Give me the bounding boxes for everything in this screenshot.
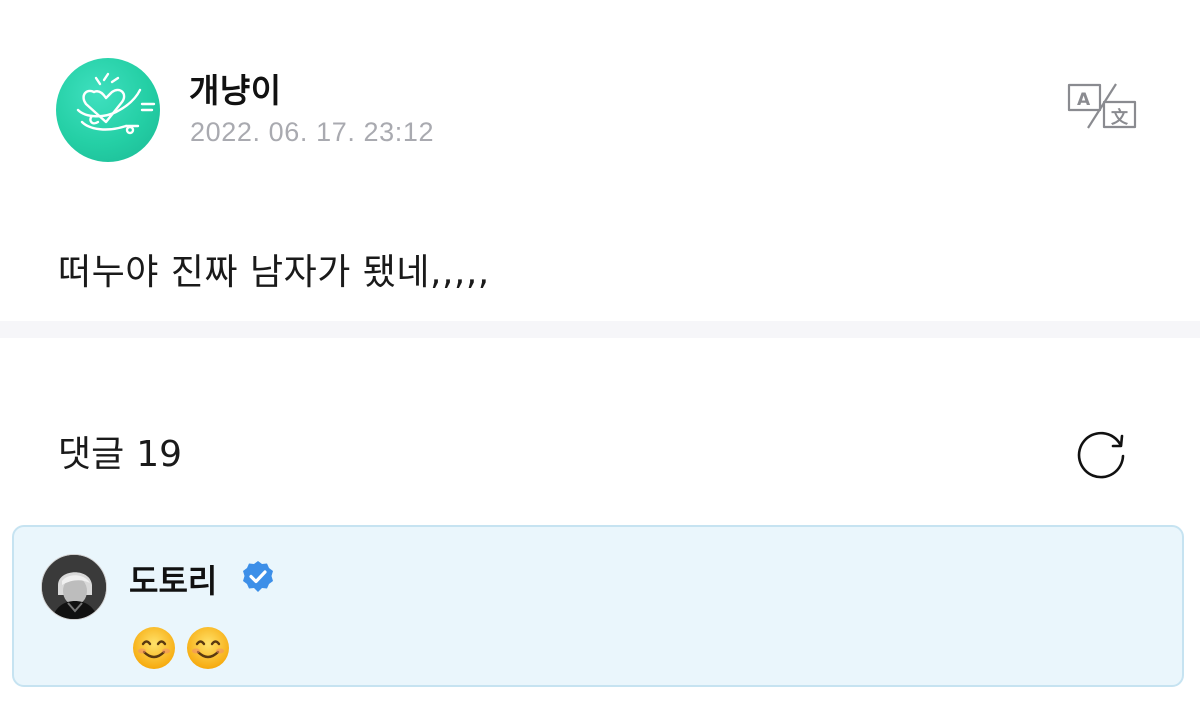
translate-button[interactable]: A 文 (1066, 82, 1138, 130)
comment-author-name[interactable]: 도토리 (129, 556, 217, 602)
author-name[interactable]: 개냥이 (189, 64, 282, 112)
comment-author-avatar[interactable] (41, 554, 107, 620)
comment-text (132, 623, 240, 670)
heart-logo-icon (76, 72, 156, 135)
section-divider (0, 321, 1200, 338)
refresh-button[interactable] (1073, 422, 1131, 480)
post-date: 2022. 06. 17. 23:12 (190, 117, 435, 147)
translate-icon: A 文 (1067, 83, 1137, 129)
refresh-icon (1077, 431, 1125, 479)
verified-badge-icon (240, 559, 276, 595)
smiling-face-icon (186, 626, 230, 670)
comments-header: 댓글 19 (58, 425, 182, 477)
post-body-text: 떠누야 진짜 남자가 됐네,,,,, (58, 252, 490, 293)
svg-text:A: A (1077, 90, 1091, 110)
comments-label: 댓글 (58, 434, 125, 475)
comments-count: 19 (136, 434, 183, 475)
author-avatar[interactable] (56, 58, 160, 162)
svg-text:文: 文 (1111, 107, 1129, 128)
post-header: 개냥이 2022. 06. 17. 23:12 A 文 (56, 56, 1146, 162)
smiling-face-icon (132, 626, 176, 670)
profile-photo-icon (42, 555, 106, 619)
comment-item: 도토리 (12, 525, 1184, 687)
